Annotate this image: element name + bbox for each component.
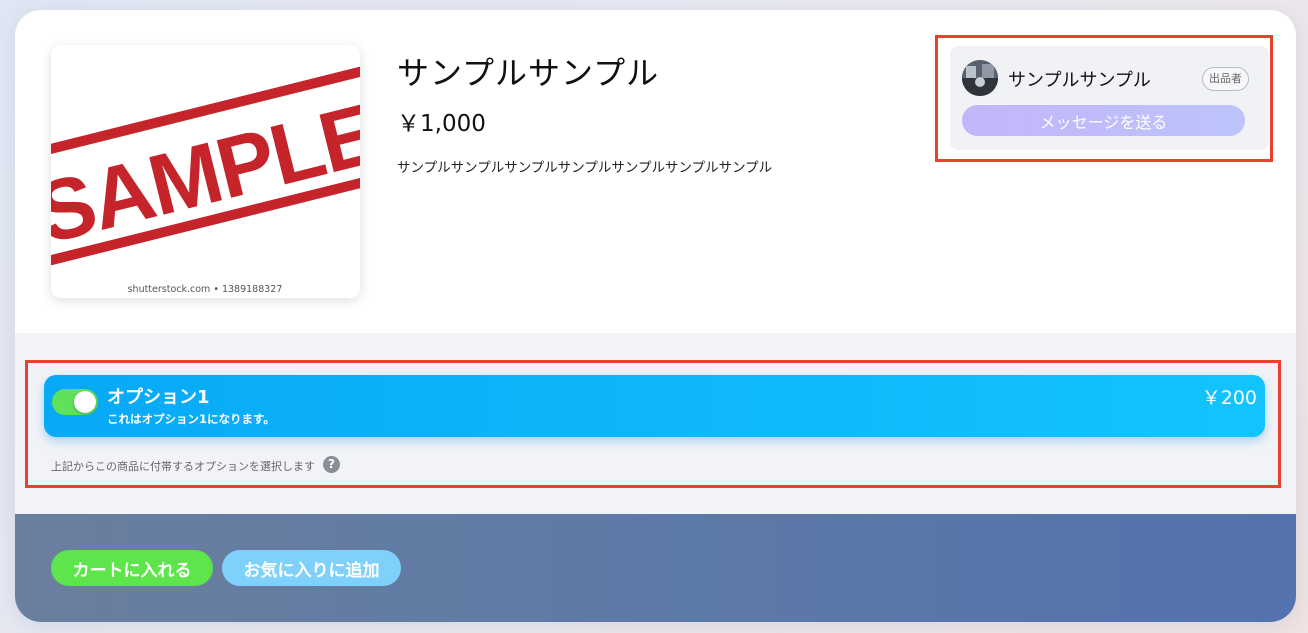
image-watermark: shutterstock.com • 1389188327 [128, 284, 283, 295]
option-name: オプション1 [107, 387, 210, 408]
add-to-favorites-button[interactable]: お気に入りに追加 [222, 550, 401, 586]
add-to-cart-button[interactable]: カートに入れる [51, 550, 213, 586]
product-image: SAMPLE shutterstock.com • 1389188327 [51, 45, 360, 298]
toggle-knob [74, 391, 96, 413]
option-price: ￥200 [1201, 387, 1257, 409]
seller-badge: 出品者 [1202, 67, 1249, 91]
options-section: オプション1 これはオプション1になります。 ￥200 上記からこの商品に付帯す… [15, 333, 1296, 514]
avatar-photo-icon [962, 60, 998, 96]
option-item[interactable]: オプション1 これはオプション1になります。 ￥200 [44, 375, 1265, 437]
seller-name[interactable]: サンプルサンプル [1008, 66, 1151, 92]
seller-avatar[interactable] [962, 60, 998, 96]
help-icon[interactable]: ? [323, 456, 340, 473]
product-description: サンプルサンプルサンプルサンプルサンプルサンプルサンプル [397, 160, 773, 176]
send-message-button[interactable]: メッセージを送る [962, 105, 1245, 136]
product-title: サンプルサンプル [397, 54, 660, 92]
action-bar: カートに入れる お気に入りに追加 [15, 514, 1296, 622]
sample-stamp-image: SAMPLE shutterstock.com • 1389188327 [51, 45, 360, 298]
product-card: SAMPLE shutterstock.com • 1389188327 サンプ… [15, 10, 1296, 622]
option-toggle[interactable] [52, 389, 98, 415]
option-description: これはオプション1になります。 [107, 412, 275, 426]
seller-panel: サンプルサンプル 出品者 メッセージを送る [950, 46, 1269, 150]
options-hint: 上記からこの商品に付帯するオプションを選択します [51, 460, 315, 473]
product-price: ￥1,000 [397, 111, 486, 137]
